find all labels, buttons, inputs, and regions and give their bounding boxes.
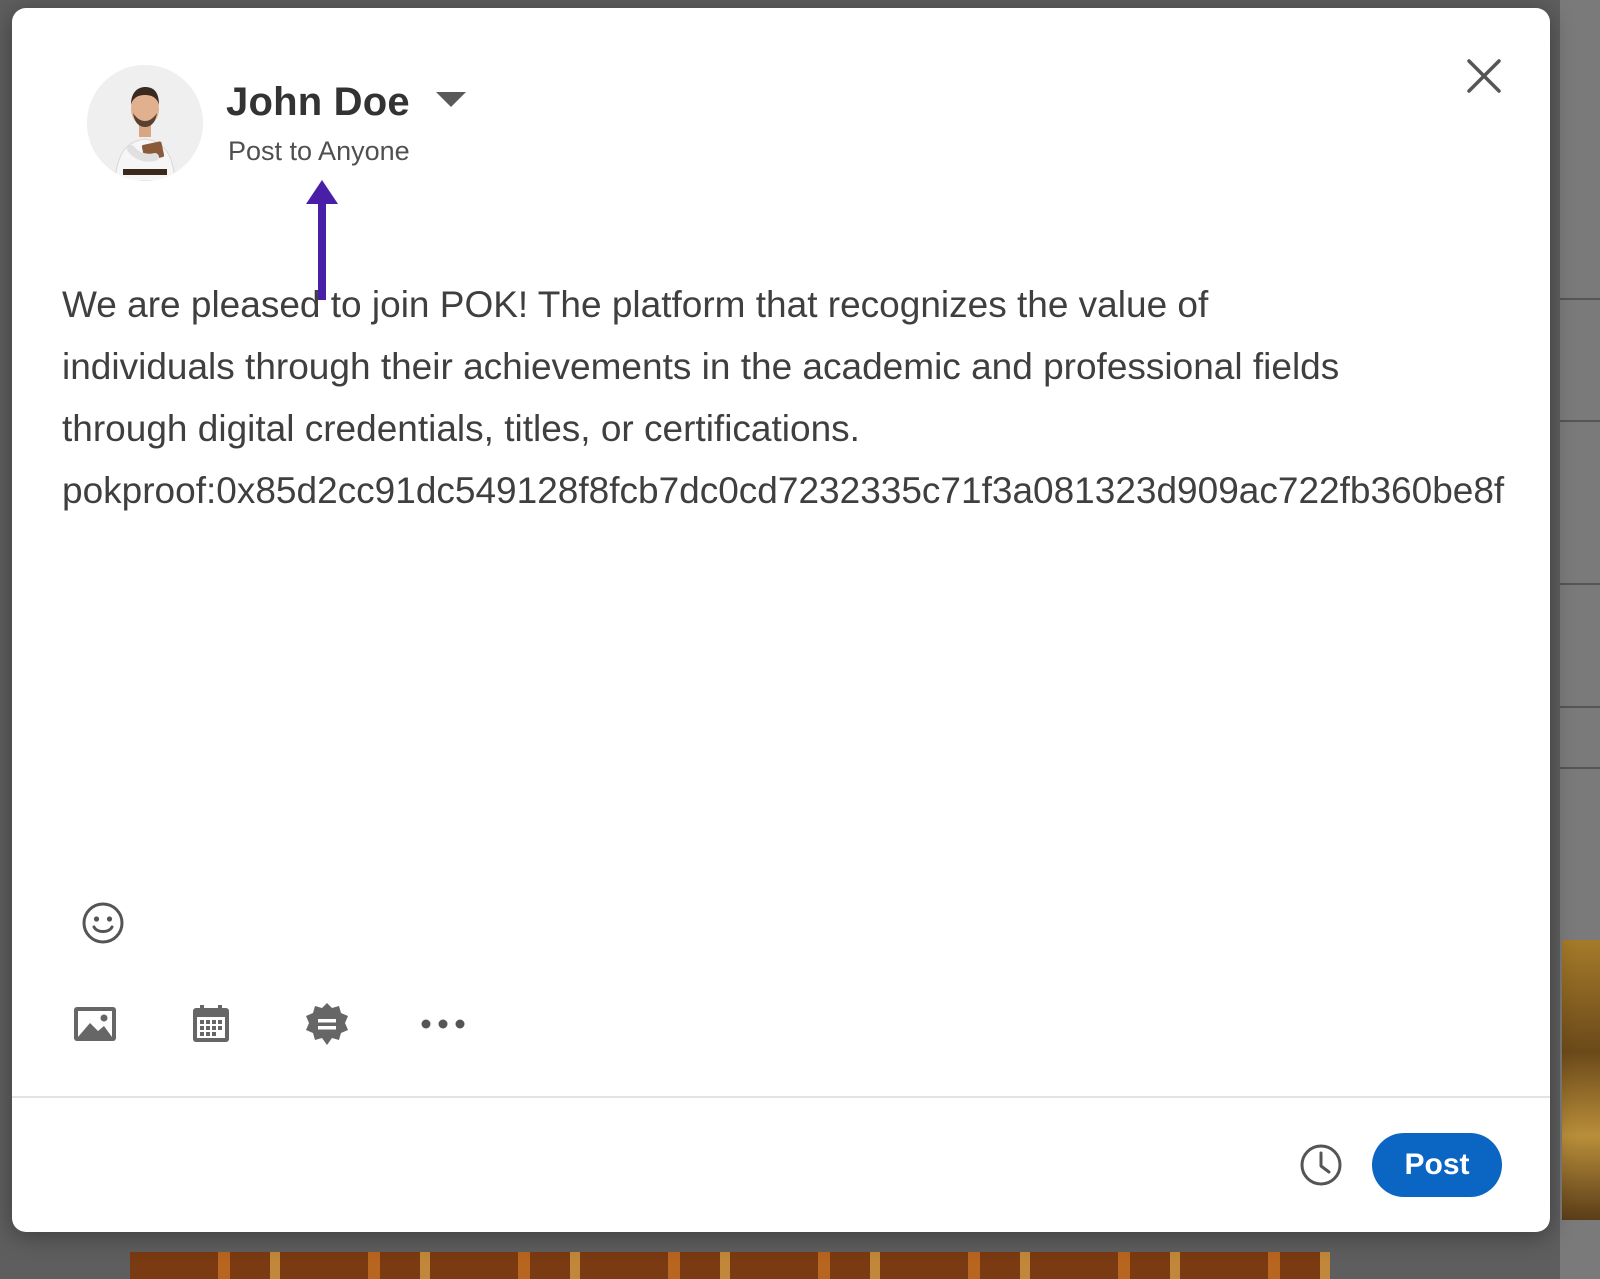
create-event-button[interactable] bbox=[186, 1000, 236, 1048]
close-button[interactable] bbox=[1460, 52, 1508, 100]
more-options-button[interactable] bbox=[418, 1000, 468, 1048]
post-text-line: individuals through their achievements i… bbox=[62, 346, 1340, 387]
author-name: John Doe bbox=[226, 80, 410, 124]
post-text-line: through digital credentials, titles, or … bbox=[62, 408, 860, 449]
emoji-icon bbox=[82, 902, 124, 944]
clock-icon bbox=[1300, 1144, 1342, 1186]
calendar-icon bbox=[193, 1005, 229, 1042]
schedule-post-button[interactable] bbox=[1298, 1142, 1344, 1188]
celebrate-occasion-button[interactable] bbox=[302, 1000, 352, 1048]
badge-icon bbox=[306, 1003, 348, 1045]
pok-proof-text: pokproof:0x85d2cc91dc549128f8fcb7dc0cd72… bbox=[62, 470, 1505, 511]
avatar-photo bbox=[87, 65, 203, 181]
author-selector[interactable]: John Doe bbox=[226, 80, 466, 125]
emoji-button[interactable] bbox=[80, 900, 126, 946]
avatar[interactable] bbox=[87, 65, 203, 181]
post-composer-modal: John Doe Post to Anyone We are pleased t… bbox=[12, 8, 1550, 1232]
add-media-button[interactable] bbox=[70, 1000, 120, 1048]
post-button[interactable]: Post bbox=[1372, 1133, 1502, 1197]
chevron-down-icon bbox=[435, 92, 466, 107]
footer-divider bbox=[12, 1096, 1550, 1098]
annotation-arrow-icon bbox=[306, 180, 338, 300]
image-icon bbox=[74, 1007, 116, 1041]
close-icon bbox=[1467, 59, 1501, 93]
background-image-fragment bbox=[1562, 940, 1600, 1220]
more-icon bbox=[421, 1019, 465, 1029]
visibility-label[interactable]: Post to Anyone bbox=[228, 136, 410, 167]
post-text-line: We are pleased to join POK! The platform… bbox=[62, 284, 1209, 325]
post-text-editor[interactable]: We are pleased to join POK! The platform… bbox=[62, 274, 1522, 522]
background-image-fragment bbox=[130, 1252, 1330, 1279]
